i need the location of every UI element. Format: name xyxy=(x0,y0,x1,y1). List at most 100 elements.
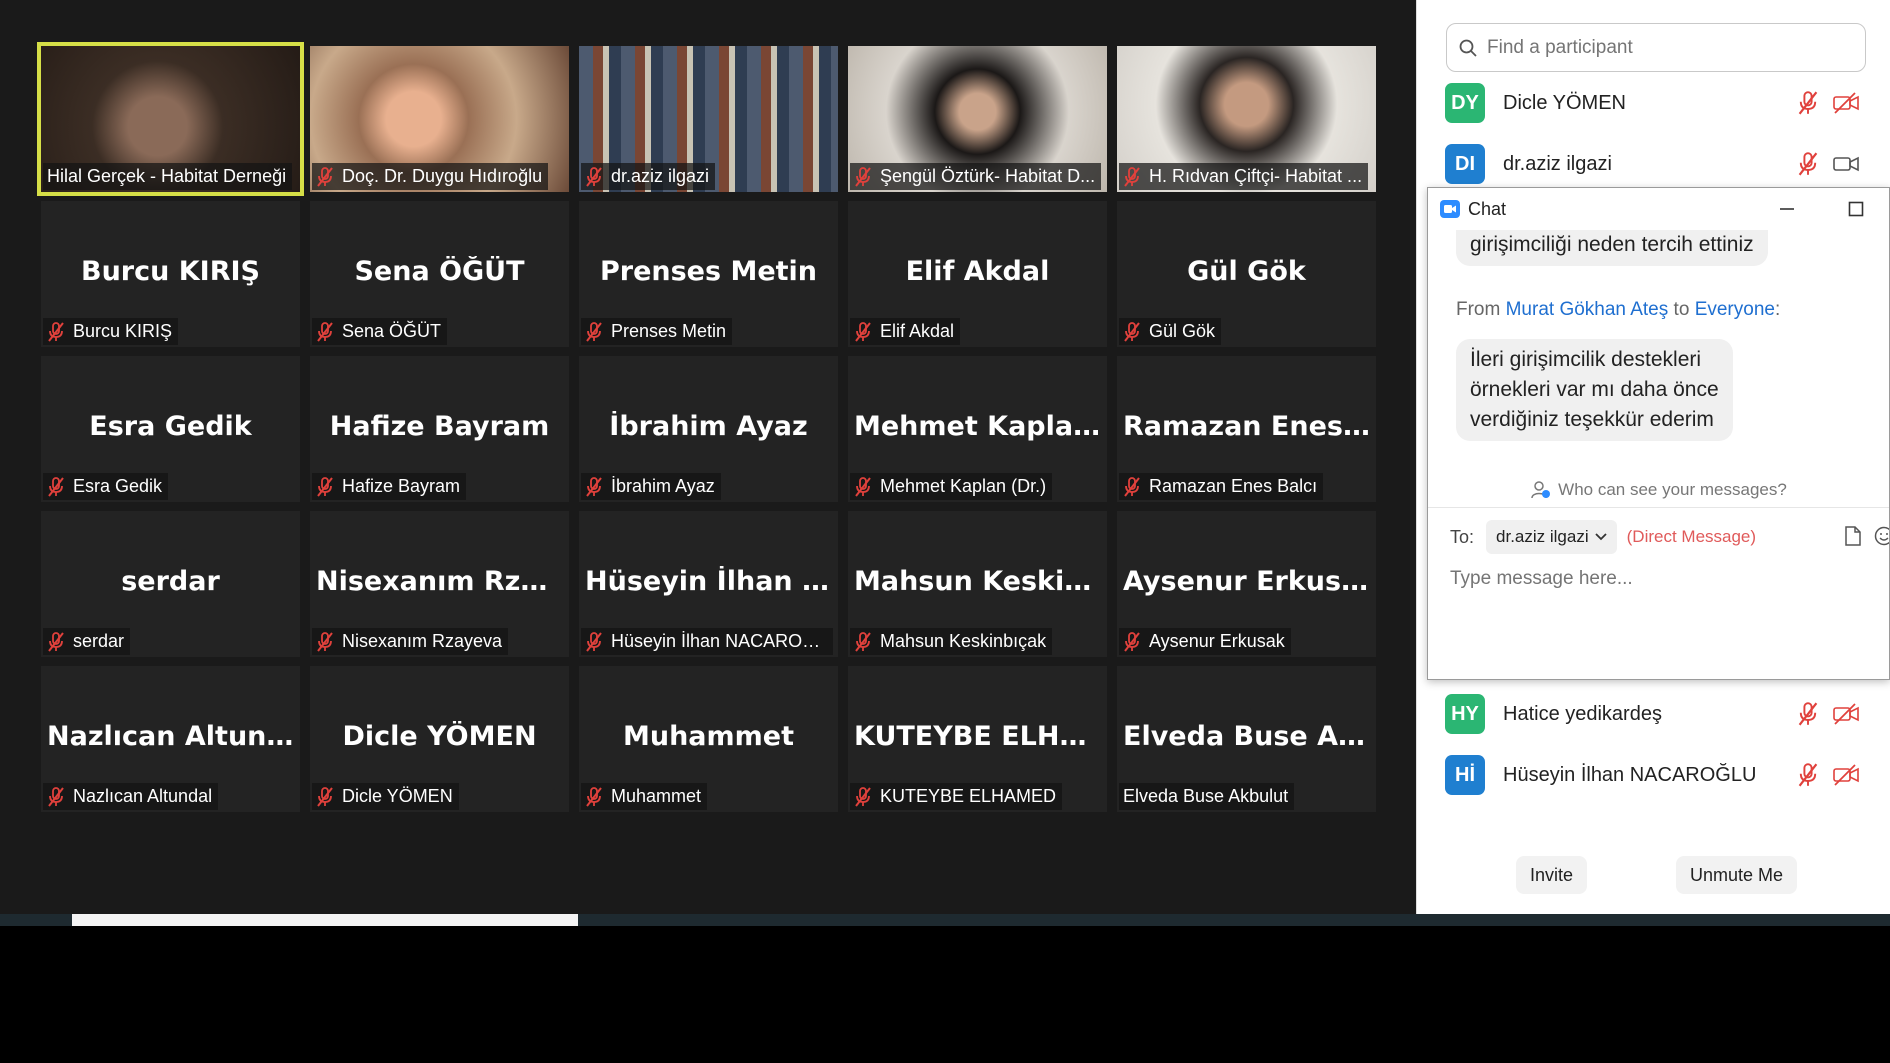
tile-name-text: dr.aziz ilgazi xyxy=(611,166,710,186)
chat-message-input[interactable] xyxy=(1450,568,1870,590)
chat-recipient-row: To: dr.aziz ilgazi (Direct Message) xyxy=(1450,518,1889,556)
tile-display-name: Aysenur Erkusak xyxy=(1123,566,1376,597)
participant-status-icons xyxy=(1797,152,1859,176)
video-tile[interactable]: Aysenur Erkusak Aysenur Erkusak xyxy=(1117,511,1376,657)
mic-muted-icon xyxy=(48,631,64,652)
search-icon xyxy=(1459,39,1477,57)
video-tile[interactable]: Esra Gedik Esra Gedik xyxy=(41,356,300,502)
video-tile[interactable]: Gül Gök Gül Gök xyxy=(1117,201,1376,347)
mic-muted-icon xyxy=(586,166,602,187)
tile-name-text: Esra Gedik xyxy=(73,476,163,496)
tile-name-text: Elif Akdal xyxy=(880,321,955,341)
video-tile[interactable]: Hafize Bayram Hafize Bayram xyxy=(310,356,569,502)
chat-message-text: girişimciliği neden tercih ettiniz xyxy=(1470,233,1754,256)
tile-name-label: dr.aziz ilgazi xyxy=(581,163,716,190)
tile-name-text: Hüseyin İlhan NACAROĞ... xyxy=(611,631,827,651)
participant-row[interactable]: Hİ Hüseyin İlhan NACAROĞLU xyxy=(1445,753,1865,797)
tile-display-name: Sena ÖĞÜT xyxy=(354,256,525,287)
tile-name-label: Hüseyin İlhan NACAROĞ... xyxy=(581,628,833,655)
video-tile[interactable]: İbrahim Ayaz İbrahim Ayaz xyxy=(579,356,838,502)
video-tile[interactable]: Mahsun Keskin... Mahsun Keskinbıçak xyxy=(848,511,1107,657)
sender-name[interactable]: Murat Gökhan Ateş xyxy=(1506,299,1669,320)
who-can-see-link[interactable]: Who can see your messages? xyxy=(1428,472,1889,508)
video-tile[interactable]: H. Rıdvan Çiftçi- Habitat ... xyxy=(1117,46,1376,192)
video-tile[interactable]: Elif Akdal Elif Akdal xyxy=(848,201,1107,347)
unmute-me-button[interactable]: Unmute Me xyxy=(1676,856,1798,894)
taskbar-search-box[interactable] xyxy=(72,914,578,926)
video-tile[interactable]: Nisexanım Rzay... Nisexanım Rzayeva xyxy=(310,511,569,657)
chat-message-line: İleri girişimcilik destekleri xyxy=(1470,348,1702,371)
chat-message-line: örnekleri var mı daha önce xyxy=(1470,378,1719,401)
chat-window: Chat girişimciliği neden tercih ettiniz … xyxy=(1427,187,1890,680)
tile-display-name: Prenses Metin xyxy=(599,256,818,287)
mic-muted-icon xyxy=(586,786,602,807)
avatar: HY xyxy=(1445,694,1485,734)
video-tile[interactable]: Elveda Buse Ak... Elveda Buse Akbulut xyxy=(1117,666,1376,812)
participant-status-icons xyxy=(1797,91,1859,115)
video-tile[interactable]: Muhammet Muhammet xyxy=(579,666,838,812)
mic-muted-icon xyxy=(855,476,871,497)
tile-name-label: serdar xyxy=(43,628,131,655)
emoji-icon[interactable] xyxy=(1874,526,1890,546)
participant-row[interactable]: HY Hatice yedikardeş xyxy=(1445,692,1865,736)
video-tile[interactable]: Ramazan Enes... Ramazan Enes Balcı xyxy=(1117,356,1376,502)
video-tile[interactable]: Nazlıcan Altundal Nazlıcan Altundal xyxy=(41,666,300,812)
minimize-icon[interactable] xyxy=(1779,202,1795,216)
participant-search-input[interactable] xyxy=(1487,36,1847,59)
video-tile[interactable]: Dicle YÖMEN Dicle YÖMEN xyxy=(310,666,569,812)
from-prefix: From xyxy=(1456,299,1501,320)
tile-display-name: Elveda Buse Ak... xyxy=(1123,721,1376,752)
tile-name-text: Elveda Buse Akbulut xyxy=(1123,786,1289,806)
taskbar xyxy=(0,914,1890,926)
mic-muted-icon xyxy=(1124,631,1140,652)
tile-display-name: Mahsun Keskin... xyxy=(854,566,1107,597)
tile-display-name: Burcu KIRIŞ xyxy=(81,256,260,287)
maximize-icon[interactable] xyxy=(1848,201,1864,217)
tile-name-text: Gül Gök xyxy=(1149,321,1216,341)
tile-display-name: Hafize Bayram xyxy=(329,411,550,442)
tile-name-label: Doç. Dr. Duygu Hıdıroğlu xyxy=(312,163,549,190)
mic-muted-icon xyxy=(586,321,602,342)
video-tile[interactable]: KUTEYBE ELHA... KUTEYBE ELHAMED xyxy=(848,666,1107,812)
video-tile[interactable]: Doç. Dr. Duygu Hıdıroğlu xyxy=(310,46,569,192)
tile-name-text: serdar xyxy=(73,631,125,651)
tile-display-name: Nisexanım Rzay... xyxy=(316,566,569,597)
to-word: to xyxy=(1673,299,1690,320)
video-tile[interactable]: Burcu KIRIŞ Burcu KIRIŞ xyxy=(41,201,300,347)
participant-row[interactable]: DI dr.aziz ilgazi xyxy=(1445,142,1865,186)
file-icon[interactable] xyxy=(1845,526,1861,546)
recipient-select-value: dr.aziz ilgazi xyxy=(1496,527,1589,546)
participant-row[interactable]: DY Dicle YÖMEN xyxy=(1445,81,1865,125)
mic-muted-icon xyxy=(317,476,333,497)
chat-titlebar: Chat xyxy=(1428,188,1889,230)
video-tile[interactable]: Hüseyin İlhan N... Hüseyin İlhan NACAROĞ.… xyxy=(579,511,838,657)
mic-muted-icon xyxy=(48,786,64,807)
video-tile[interactable]: Şengül Öztürk- Habitat D... xyxy=(848,46,1107,192)
participant-search[interactable] xyxy=(1446,23,1866,72)
mic-muted-icon xyxy=(48,476,64,497)
mic-muted-icon xyxy=(48,321,64,342)
chat-sender-line: From Murat Gökhan Ateş to Everyone: xyxy=(1456,299,1781,320)
tile-name-label: Sena ÖĞÜT xyxy=(312,318,448,345)
tile-name-label: Elveda Buse Akbulut xyxy=(1119,783,1295,810)
tile-name-label: Esra Gedik xyxy=(43,473,169,500)
tile-name-label: Dicle YÖMEN xyxy=(312,783,459,810)
video-tile[interactable]: Sena ÖĞÜT Sena ÖĞÜT xyxy=(310,201,569,347)
tile-display-name: serdar xyxy=(121,566,220,597)
tile-name-label: KUTEYBE ELHAMED xyxy=(850,783,1063,810)
tile-name-text: Sena ÖĞÜT xyxy=(342,321,442,341)
tile-name-label: Hafize Bayram xyxy=(312,473,467,500)
video-tile[interactable]: Hilal Gerçek - Habitat Derneği xyxy=(37,42,304,196)
tile-name-text: KUTEYBE ELHAMED xyxy=(880,786,1057,806)
tile-name-label: Nisexanım Rzayeva xyxy=(312,628,509,655)
recipient-select[interactable]: dr.aziz ilgazi xyxy=(1486,520,1617,554)
participant-name: Hüseyin İlhan NACAROĞLU xyxy=(1503,763,1757,786)
avatar: DY xyxy=(1445,83,1485,123)
video-tile[interactable]: Prenses Metin Prenses Metin xyxy=(579,201,838,347)
video-tile[interactable]: Mehmet Kaplan... Mehmet Kaplan (Dr.) xyxy=(848,356,1107,502)
invite-button[interactable]: Invite xyxy=(1516,856,1588,894)
mic-muted-icon xyxy=(1124,321,1140,342)
mic-muted-icon xyxy=(586,631,602,652)
video-tile[interactable]: serdar serdar xyxy=(41,511,300,657)
video-tile[interactable]: dr.aziz ilgazi xyxy=(579,46,838,192)
